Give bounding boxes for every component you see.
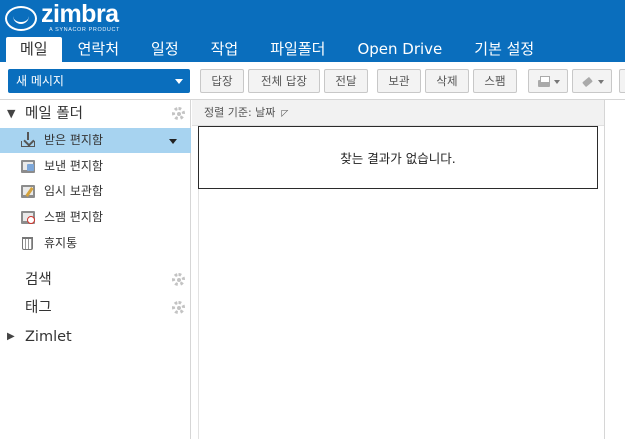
tab-mail[interactable]: 메일: [6, 37, 62, 62]
search-section-label: 검색: [25, 272, 52, 288]
gear-icon[interactable]: [172, 301, 185, 314]
gear-icon[interactable]: [172, 107, 185, 120]
sort-direction-icon[interactable]: ◸: [281, 101, 288, 127]
reading-pane-edge: [604, 100, 625, 439]
list-divider: [198, 189, 199, 439]
sent-folder-icon: [21, 160, 35, 173]
print-icon: [537, 75, 551, 88]
new-message-label: 새 메시지: [16, 74, 64, 88]
trash-icon: [22, 237, 33, 250]
tags-section-label: 태그: [25, 300, 52, 316]
expand-arrow-icon[interactable]: ▶: [7, 325, 15, 349]
empty-results-message: 찾는 결과가 없습니다.: [198, 126, 598, 189]
chevron-down-icon: [597, 79, 604, 84]
inbox-icon: [21, 132, 35, 147]
delete-button[interactable]: 삭제: [425, 69, 469, 93]
folder-label: 임시 보관함: [44, 184, 104, 198]
folder-label: 보낸 편지함: [44, 159, 104, 173]
tab-briefcase[interactable]: 파일폴더: [254, 37, 341, 62]
sort-label: 정렬 기준: 날짜: [204, 106, 276, 119]
tab-tasks[interactable]: 작업: [195, 37, 255, 62]
tab-calendar[interactable]: 일정: [135, 37, 195, 62]
folder-label: 받은 편지함: [44, 133, 104, 147]
message-list-pane: 정렬 기준: 날짜 ◸ 찾는 결과가 없습니다.: [192, 100, 604, 439]
sidebar-item-junk[interactable]: 스팸 편지함: [0, 205, 191, 230]
tab-open-drive[interactable]: Open Drive: [341, 37, 458, 62]
zimlet-section-label: Zimlet: [25, 329, 72, 345]
junk-folder-icon: [21, 211, 35, 224]
chevron-down-icon[interactable]: [175, 79, 183, 84]
chevron-down-icon: [553, 79, 560, 84]
folder-label: 휴지통: [44, 236, 78, 250]
archive-button[interactable]: 보관: [377, 69, 421, 93]
tag-icon: [581, 76, 595, 88]
zimbra-logo[interactable]: zimbra A SYNACOR PRODUCT: [5, 0, 121, 34]
sidebar: ▼ 메일 폴더 받은 편지함 보낸 편지함 임시 보관함 스팸 편지함 휴지통 …: [0, 100, 191, 439]
forward-button[interactable]: 전달: [324, 69, 368, 93]
drafts-folder-icon: [21, 185, 35, 198]
logo-wordmark: zimbra: [41, 0, 119, 29]
app-header: zimbra A SYNACOR PRODUCT 메일 연락처 일정 작업 파일…: [0, 0, 625, 62]
spam-button[interactable]: 스팸: [473, 69, 517, 93]
mail-folders-header[interactable]: ▼ 메일 폴더: [0, 102, 191, 126]
tab-contacts[interactable]: 연락처: [62, 37, 135, 62]
logo-subtitle: A SYNACOR PRODUCT: [49, 27, 121, 34]
mail-folders-label: 메일 폴더: [25, 106, 83, 122]
sidebar-item-sent[interactable]: 보낸 편지함: [0, 154, 191, 179]
sidebar-item-drafts[interactable]: 임시 보관함: [0, 179, 191, 204]
sidebar-item-trash[interactable]: 휴지통: [0, 231, 191, 256]
reply-all-button[interactable]: 전체 답장: [248, 69, 320, 93]
more-actions-button[interactable]: [619, 69, 625, 93]
sidebar-item-inbox[interactable]: 받은 편지함: [0, 128, 191, 153]
app-tabs: 메일 연락처 일정 작업 파일폴더 Open Drive 기본 설정: [6, 37, 550, 62]
print-button[interactable]: [528, 69, 568, 93]
new-message-button[interactable]: 새 메시지: [8, 69, 190, 93]
gear-icon[interactable]: [172, 273, 185, 286]
zimlet-section-header[interactable]: ▶ Zimlet: [0, 325, 191, 349]
collapse-arrow-icon[interactable]: ▼: [7, 102, 15, 126]
zimbra-logo-icon: [5, 5, 37, 31]
toolbar: 새 메시지 답장 전체 답장 전달 보관 삭제 스팸: [0, 62, 625, 100]
search-section-header[interactable]: 검색: [0, 268, 191, 292]
reply-button[interactable]: 답장: [200, 69, 244, 93]
tags-section-header[interactable]: 태그: [0, 296, 191, 320]
chevron-down-icon[interactable]: [169, 139, 177, 144]
sort-bar[interactable]: 정렬 기준: 날짜 ◸: [192, 100, 604, 126]
tag-button[interactable]: [572, 69, 612, 93]
folder-label: 스팸 편지함: [44, 210, 104, 224]
tab-preferences[interactable]: 기본 설정: [458, 37, 550, 62]
